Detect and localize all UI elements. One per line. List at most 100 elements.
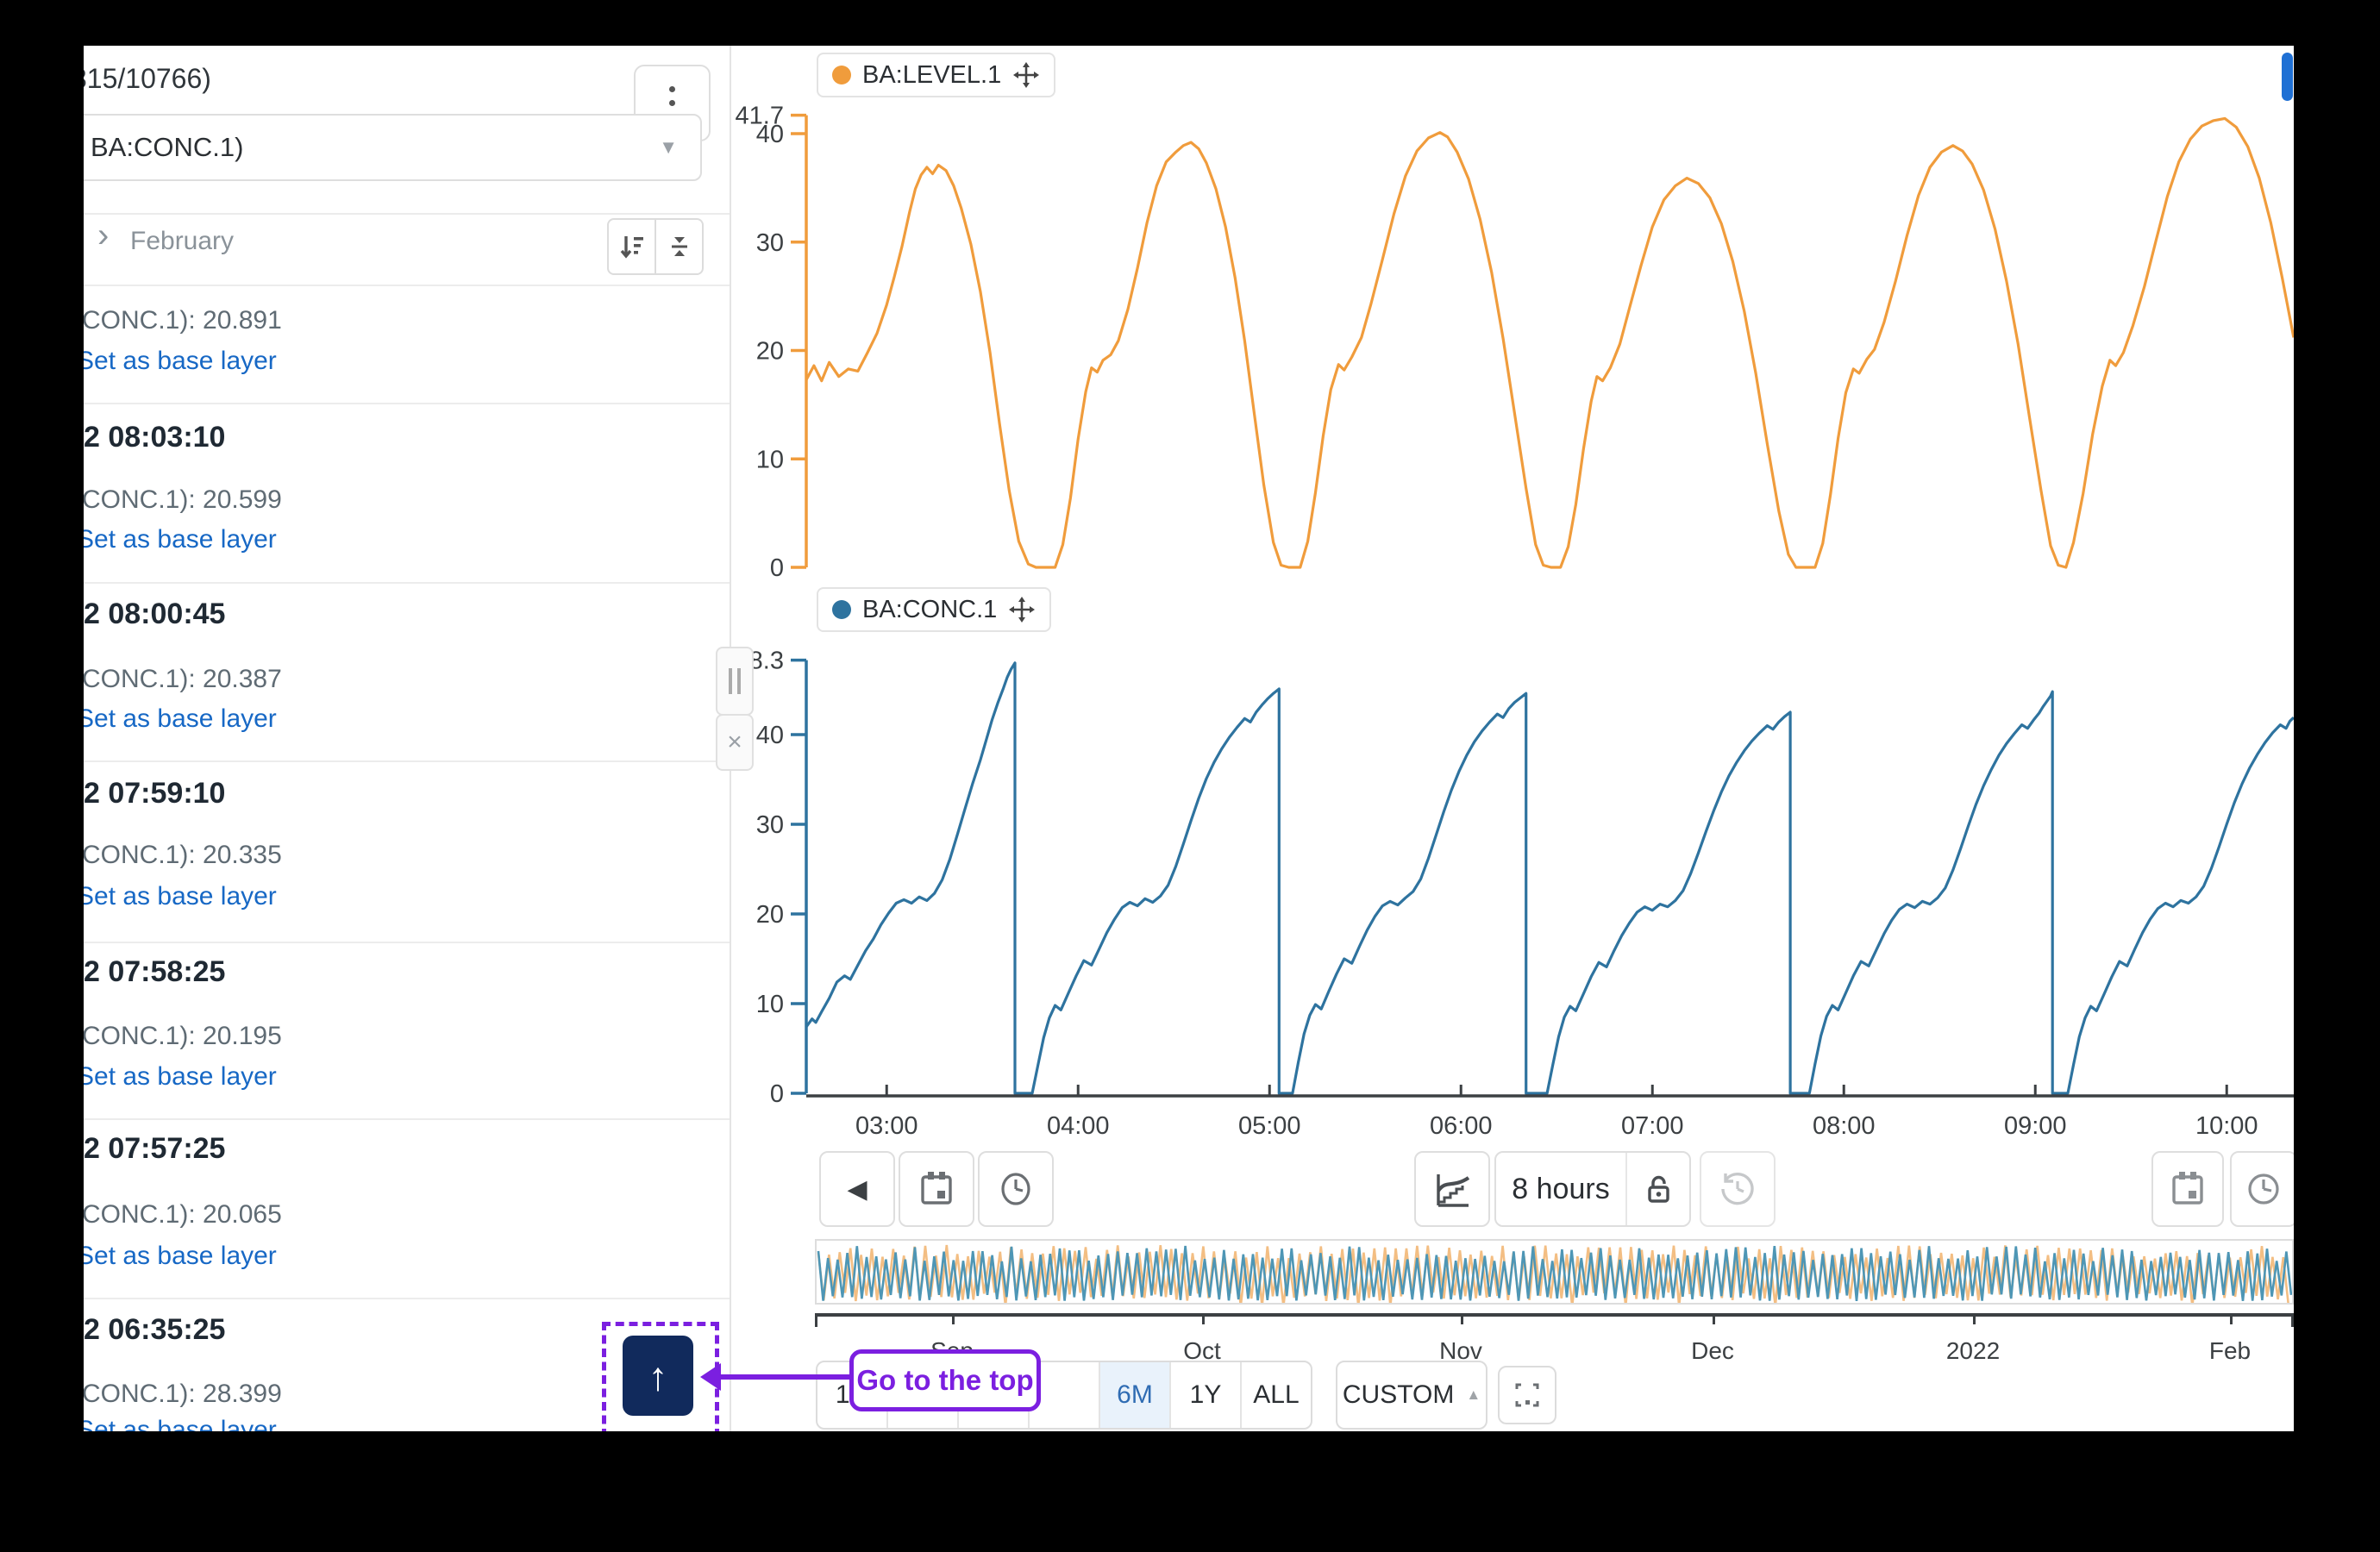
range-button-6m[interactable]: 6M: [1099, 1362, 1169, 1428]
sort-descending-icon: [617, 231, 648, 262]
item-value: CONC.1): 20.891: [84, 306, 282, 335]
step-back-button[interactable]: ◀: [819, 1151, 895, 1227]
timeline-month-tick: [1713, 1313, 1715, 1324]
svg-text:05:00: 05:00: [1238, 1112, 1301, 1140]
timeline-month-tick: [1202, 1313, 1205, 1324]
arrow-left-icon: ◀: [847, 1174, 867, 1205]
restore-time-button[interactable]: [1700, 1151, 1776, 1227]
clock-icon: [2243, 1168, 2284, 1210]
svg-text:20: 20: [756, 901, 784, 929]
kebab-dot-icon: [669, 100, 675, 106]
divider: [84, 582, 730, 584]
timeline-month-label: Dec: [1691, 1337, 1734, 1365]
set-base-layer-link[interactable]: Set as base layer: [84, 347, 277, 376]
minimap-waveform: [817, 1241, 2292, 1303]
set-base-layer-link[interactable]: Set as base layer: [84, 704, 277, 734]
calendar-icon: [2167, 1168, 2208, 1210]
timeline-end-tick: [815, 1313, 817, 1327]
range-button-1y[interactable]: 1Y: [1169, 1362, 1240, 1428]
svg-text:10: 10: [756, 446, 784, 473]
item-value: CONC.1): 20.335: [84, 841, 282, 870]
chevron-up-icon: ▲: [1466, 1386, 1481, 1404]
set-base-layer-link[interactable]: Set as base layer: [84, 1242, 277, 1271]
divider: [84, 1118, 730, 1120]
calendar-start-button[interactable]: [899, 1151, 974, 1227]
search-results-panel: 315/10766) BA:CONC.1) ▼ › February: [84, 46, 730, 1431]
clock-icon: [995, 1168, 1037, 1210]
item-value: CONC.1): 28.399: [84, 1380, 282, 1409]
item-timestamp: 2 08:00:45: [84, 598, 225, 631]
expand-icon: [1510, 1378, 1544, 1412]
svg-text:30: 30: [756, 229, 784, 257]
item-timestamp: 2 07:59:10: [84, 777, 225, 810]
time-start-button[interactable]: [978, 1151, 1054, 1227]
set-base-layer-link[interactable]: Set as base layer: [84, 882, 277, 911]
svg-text:40: 40: [756, 722, 784, 749]
time-end-button[interactable]: [2230, 1151, 2294, 1227]
move-icon[interactable]: [1012, 61, 1040, 89]
svg-text:10: 10: [756, 991, 784, 1018]
tag-dropdown[interactable]: BA:CONC.1) ▼: [84, 114, 702, 181]
compare-trends-button[interactable]: [1414, 1151, 1490, 1227]
calendar-icon: [916, 1168, 957, 1210]
collapse-all-icon: [664, 231, 695, 262]
divider: [84, 1298, 730, 1299]
item-timestamp: 2 08:03:10: [84, 421, 225, 454]
range-button-all[interactable]: ALL: [1240, 1362, 1311, 1428]
annotation-arrow-line: [719, 1374, 849, 1380]
panel-resize-handle[interactable]: [716, 647, 754, 716]
overview-minimap[interactable]: [815, 1239, 2294, 1305]
svg-text:08:00: 08:00: [1813, 1112, 1876, 1140]
set-base-layer-link[interactable]: Set as base layer: [84, 525, 277, 554]
kebab-dot-icon: [669, 86, 675, 92]
svg-text:30: 30: [756, 811, 784, 839]
legend-chip-level[interactable]: BA:LEVEL.1: [817, 53, 1055, 97]
divider: [84, 285, 730, 286]
series-color-dot: [832, 600, 851, 619]
timeline-month-tick: [2230, 1313, 2233, 1324]
timeline-month-tick: [1461, 1313, 1463, 1324]
scrollbar-thumb[interactable]: [2282, 53, 2293, 101]
fit-view-button[interactable]: [1498, 1366, 1556, 1424]
collapse-all-button[interactable]: [654, 220, 702, 273]
svg-text:09:00: 09:00: [2004, 1112, 2067, 1140]
series-color-dot: [832, 66, 851, 84]
timeline-month-tick: [952, 1313, 955, 1324]
close-panel-button[interactable]: ×: [716, 714, 754, 771]
legend-chip-conc[interactable]: BA:CONC.1: [817, 587, 1051, 632]
app-frame: 315/10766) BA:CONC.1) ▼ › February: [0, 0, 2380, 1552]
app-content: 315/10766) BA:CONC.1) ▼ › February: [84, 46, 2294, 1431]
lock-duration-button[interactable]: [1625, 1153, 1689, 1225]
set-base-layer-link[interactable]: Set as base layer: [84, 1062, 277, 1092]
duration-button[interactable]: 8 hours: [1496, 1173, 1625, 1206]
divider: [84, 403, 730, 404]
trend-charts-svg[interactable]: 41.740302010048.340302010003:0004:0005:0…: [730, 46, 2294, 1322]
series-name: BA:CONC.1: [862, 596, 997, 624]
chevron-down-icon: ▼: [659, 136, 678, 159]
trend-compare-icon: [1431, 1167, 1474, 1211]
time-span-group: 8 hours: [1494, 1151, 1691, 1227]
month-group-label: February: [130, 227, 234, 256]
chevron-right-icon[interactable]: ›: [97, 218, 109, 253]
history-icon: [1717, 1168, 1758, 1210]
svg-text:06:00: 06:00: [1430, 1112, 1493, 1140]
set-base-layer-link[interactable]: Set as base layer: [84, 1416, 277, 1431]
divider: [84, 760, 730, 762]
item-value: CONC.1): 20.599: [84, 485, 282, 515]
svg-text:20: 20: [756, 338, 784, 366]
calendar-end-button[interactable]: [2151, 1151, 2224, 1227]
svg-text:03:00: 03:00: [855, 1112, 918, 1140]
move-icon[interactable]: [1008, 596, 1036, 623]
item-value: CONC.1): 20.195: [84, 1022, 282, 1051]
item-timestamp: 2 07:57:25: [84, 1132, 225, 1166]
svg-text:10:00: 10:00: [2195, 1112, 2258, 1140]
arrow-up-icon: ↑: [648, 1353, 668, 1399]
timeline-month-label: Feb: [2209, 1337, 2251, 1365]
go-to-top-button[interactable]: ↑: [623, 1336, 693, 1416]
sort-descending-button[interactable]: [609, 220, 654, 273]
custom-range-button[interactable]: CUSTOM ▲: [1336, 1361, 1488, 1430]
item-value: CONC.1): 20.387: [84, 665, 282, 694]
timeline-axis-line: [815, 1313, 2294, 1317]
divider: [84, 942, 730, 943]
trend-chart-area[interactable]: 41.740302010048.340302010003:0004:0005:0…: [730, 46, 2294, 1322]
